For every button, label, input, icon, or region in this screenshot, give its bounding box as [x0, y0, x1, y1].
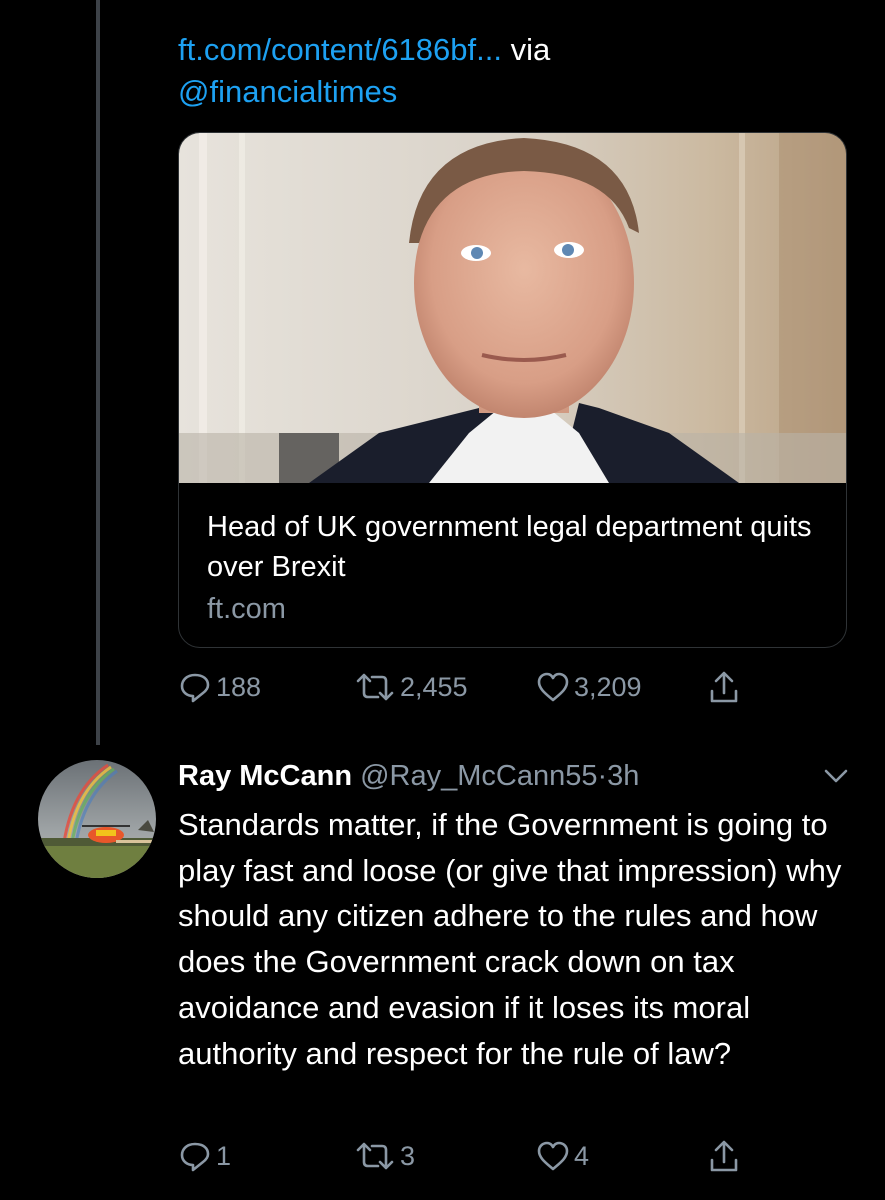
like-icon [537, 1141, 569, 1171]
via-line: @financialtimes [178, 72, 397, 112]
like-button[interactable]: 4 [536, 1134, 589, 1178]
tweet-text-line: ft.com/content/6186bf... via [178, 30, 550, 70]
avatar[interactable] [38, 760, 156, 878]
reply-action-bar: 1 3 4 [178, 1134, 778, 1178]
share-icon [710, 1140, 738, 1172]
avatar-image [38, 760, 156, 878]
reply-count: 188 [216, 671, 262, 702]
reply-button[interactable]: 188 [178, 665, 261, 709]
like-count: 4 [574, 1140, 590, 1171]
chevron-down-icon[interactable] [820, 762, 852, 790]
share-icon [710, 671, 738, 703]
card-title: Head of UK government legal department q… [207, 511, 812, 583]
reply-text: Standards matter, if the Government is g… [178, 807, 842, 1071]
retweet-count: 3 [400, 1140, 416, 1171]
via-handle-link[interactable]: @financialtimes [178, 74, 397, 109]
author-handle[interactable]: @Ray_McCann55 [360, 760, 597, 792]
timestamp[interactable]: 3h [607, 760, 639, 792]
reply-button[interactable]: 1 [178, 1134, 231, 1178]
retweet-count: 2,455 [400, 671, 468, 702]
retweet-button[interactable]: 3 [354, 1134, 415, 1178]
like-button[interactable]: 3,209 [536, 665, 642, 709]
author-name[interactable]: Ray McCann [178, 760, 352, 792]
tweet-action-bar: 188 2,455 3,209 [178, 665, 778, 709]
reply-icon [180, 1142, 210, 1172]
card-domain: ft.com [207, 593, 286, 625]
retweet-button[interactable]: 2,455 [354, 665, 468, 709]
link-preview-card[interactable]: Head of UK government legal department q… [178, 132, 847, 648]
article-photo [179, 133, 846, 483]
reply-header: Ray McCann @Ray_McCann55·3h [178, 756, 639, 796]
reply-count: 1 [216, 1140, 232, 1171]
via-text: via [510, 32, 551, 67]
reply-icon [180, 673, 210, 703]
share-button[interactable] [706, 665, 742, 709]
thread-connector-line [96, 0, 100, 745]
share-button[interactable] [706, 1134, 742, 1178]
like-count: 3,209 [574, 671, 642, 702]
retweet-icon [356, 673, 394, 701]
separator-dot: · [597, 760, 608, 792]
retweet-icon [356, 1142, 394, 1170]
article-link[interactable]: ft.com/content/6186bf... [178, 32, 502, 67]
like-icon [537, 672, 569, 702]
